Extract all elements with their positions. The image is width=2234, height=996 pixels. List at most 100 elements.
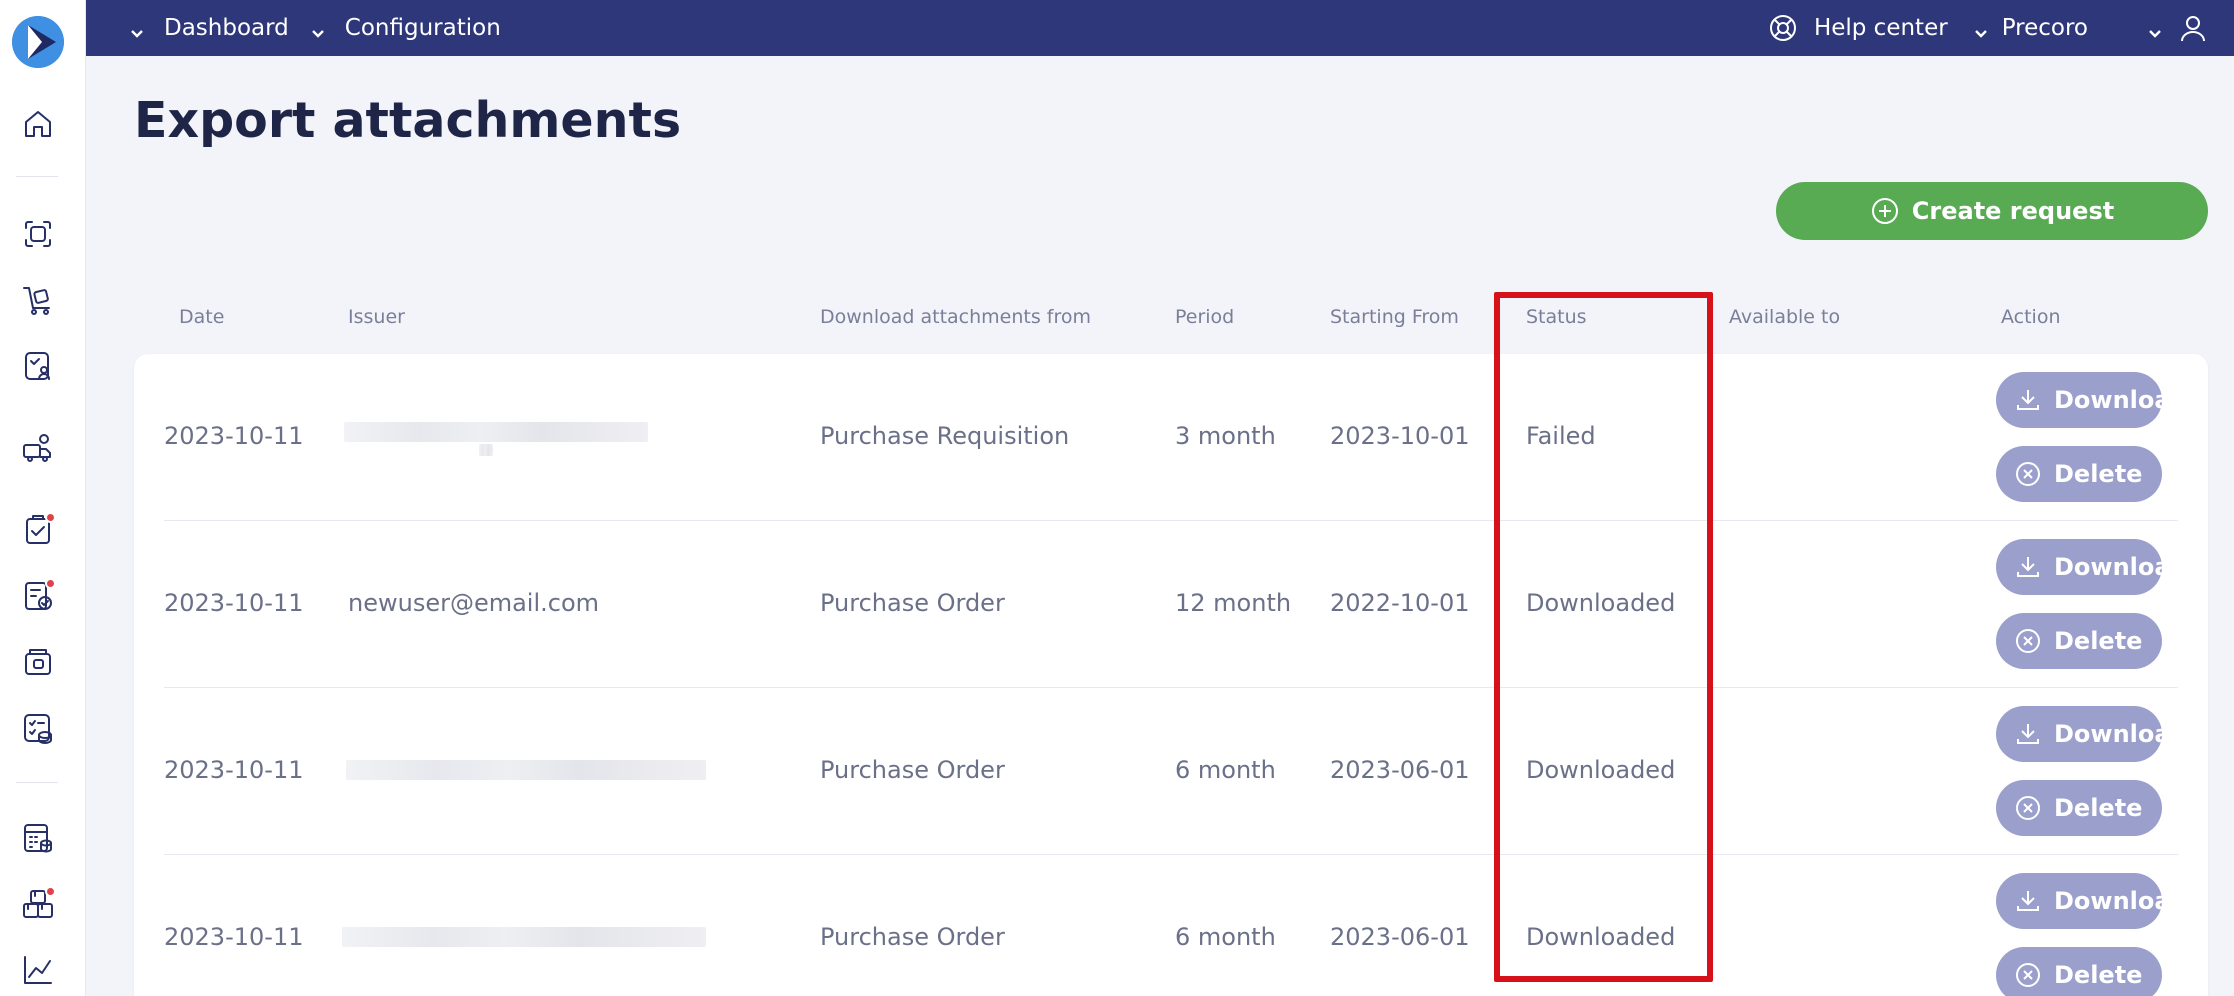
cell-download-from: Purchase Order [820, 756, 1005, 784]
sidebar-divider [16, 782, 58, 783]
delete-button[interactable]: Delete [1996, 613, 2162, 669]
download-button[interactable]: Download [1996, 539, 2188, 595]
close-circle-icon [2016, 963, 2040, 987]
delete-label: Delete [2054, 627, 2143, 655]
scan-icon[interactable] [20, 216, 56, 252]
chevron-down-icon [130, 21, 144, 38]
analytics-icon[interactable] [20, 952, 56, 988]
help-center-label: Help center [1813, 15, 1948, 41]
topbar-right-group: Help center Precoro [1768, 0, 2234, 56]
document-check-icon[interactable] [20, 578, 56, 614]
header-date[interactable]: Date [179, 306, 224, 328]
cart-icon[interactable] [20, 282, 56, 318]
nav-dashboard[interactable]: Dashboard [130, 15, 289, 41]
download-icon [2017, 891, 2039, 911]
issuer-redacted [346, 760, 706, 780]
delete-button[interactable]: Delete [1996, 446, 2162, 502]
create-request-label: Create request [1911, 197, 2115, 225]
download-label: Download [2054, 553, 2188, 581]
cell-issuer: newuser@email.com [348, 589, 600, 617]
cell-download-from: Purchase Requisition [820, 422, 1070, 450]
notification-badge [45, 886, 56, 897]
delete-button[interactable]: Delete [1996, 947, 2162, 996]
download-button[interactable]: Download [1996, 372, 2188, 428]
issuer-redacted [342, 927, 706, 947]
sidebar-divider [16, 176, 58, 177]
cell-date: 2023-10-11 [164, 756, 304, 784]
table-row: 2023-10-11 newuser@email.com Purchase Or… [134, 521, 2208, 688]
cell-date: 2023-10-11 [164, 422, 304, 450]
top-navigation-bar: Dashboard Configuration Help center Prec… [86, 0, 2234, 56]
close-circle-icon [2016, 796, 2040, 820]
user-icon [2178, 13, 2208, 43]
cell-date: 2023-10-11 [164, 589, 304, 617]
header-available-to[interactable]: Available to [1729, 306, 1840, 328]
cell-status: Downloaded [1526, 756, 1676, 784]
download-label: Download [2054, 887, 2188, 915]
notification-badge [45, 512, 56, 523]
home-icon[interactable] [20, 106, 56, 142]
delete-label: Delete [2054, 961, 2143, 989]
cell-status: Failed [1526, 422, 1596, 450]
close-circle-icon [2016, 629, 2040, 653]
download-icon [2017, 557, 2039, 577]
nav-configuration[interactable]: Configuration [311, 15, 501, 41]
list-check-icon[interactable] [20, 710, 56, 746]
cell-download-from: Purchase Order [820, 589, 1005, 617]
header-period[interactable]: Period [1175, 306, 1234, 328]
sidebar [0, 0, 86, 996]
cell-starting-from: 2023-06-01 [1330, 756, 1470, 784]
header-download-from[interactable]: Download attachments from [820, 306, 1091, 328]
boxes-icon[interactable] [20, 886, 56, 922]
nav-dashboard-label: Dashboard [164, 15, 289, 41]
chevron-down-icon [311, 21, 325, 38]
cell-starting-from: 2023-10-01 [1330, 422, 1470, 450]
chevron-down-icon [1974, 21, 1988, 38]
cell-status: Downloaded [1526, 923, 1676, 951]
cell-date: 2023-10-11 [164, 923, 304, 951]
cell-starting-from: 2023-06-01 [1330, 923, 1470, 951]
page-title: Export attachments [134, 92, 682, 149]
close-circle-icon [2016, 462, 2040, 486]
help-center-link[interactable]: Help center [1768, 13, 1948, 43]
header-issuer[interactable]: Issuer [348, 306, 405, 328]
clipboard-check-icon[interactable] [20, 512, 56, 548]
cell-starting-from: 2022-10-01 [1330, 589, 1470, 617]
cell-download-from: Purchase Order [820, 923, 1005, 951]
calculator-icon[interactable] [20, 820, 56, 856]
cell-period: 6 month [1175, 756, 1276, 784]
company-switcher[interactable]: Precoro [1974, 15, 2088, 41]
issuer-redacted [344, 422, 648, 442]
wallet-icon[interactable] [20, 644, 56, 680]
approval-icon[interactable] [20, 348, 56, 384]
delete-label: Delete [2054, 794, 2143, 822]
delete-button[interactable]: Delete [1996, 780, 2162, 836]
plus-circle-icon [1871, 198, 1898, 224]
create-request-button[interactable]: Create request [1776, 182, 2208, 240]
header-status[interactable]: Status [1526, 306, 1587, 328]
download-label: Download [2054, 386, 2188, 414]
company-label: Precoro [2001, 15, 2088, 41]
cell-period: 6 month [1175, 923, 1276, 951]
user-menu[interactable] [2148, 13, 2208, 43]
cell-period: 3 month [1175, 422, 1276, 450]
table-row: 2023-10-11 Purchase Order 6 month 2023-0… [134, 688, 2208, 855]
header-action: Action [2001, 306, 2061, 328]
table-row: 2023-10-11 Purchase Requisition 3 month … [134, 354, 2208, 521]
chevron-down-icon [2148, 21, 2162, 38]
supplier-icon[interactable] [20, 430, 56, 466]
download-button[interactable]: Download [1996, 706, 2188, 762]
notification-badge [45, 578, 56, 589]
delete-label: Delete [2054, 460, 2143, 488]
header-starting-from[interactable]: Starting From [1330, 306, 1459, 328]
table-row: 2023-10-11 Purchase Order 6 month 2023-0… [134, 855, 2208, 996]
issuer-redacted [479, 444, 493, 456]
nav-configuration-label: Configuration [344, 15, 501, 41]
precoro-logo[interactable] [12, 16, 64, 68]
download-button[interactable]: Download [1996, 873, 2188, 929]
download-icon [2017, 724, 2039, 744]
download-label: Download [2054, 720, 2188, 748]
download-icon [2017, 390, 2039, 410]
cell-period: 12 month [1175, 589, 1292, 617]
cell-status: Downloaded [1526, 589, 1676, 617]
